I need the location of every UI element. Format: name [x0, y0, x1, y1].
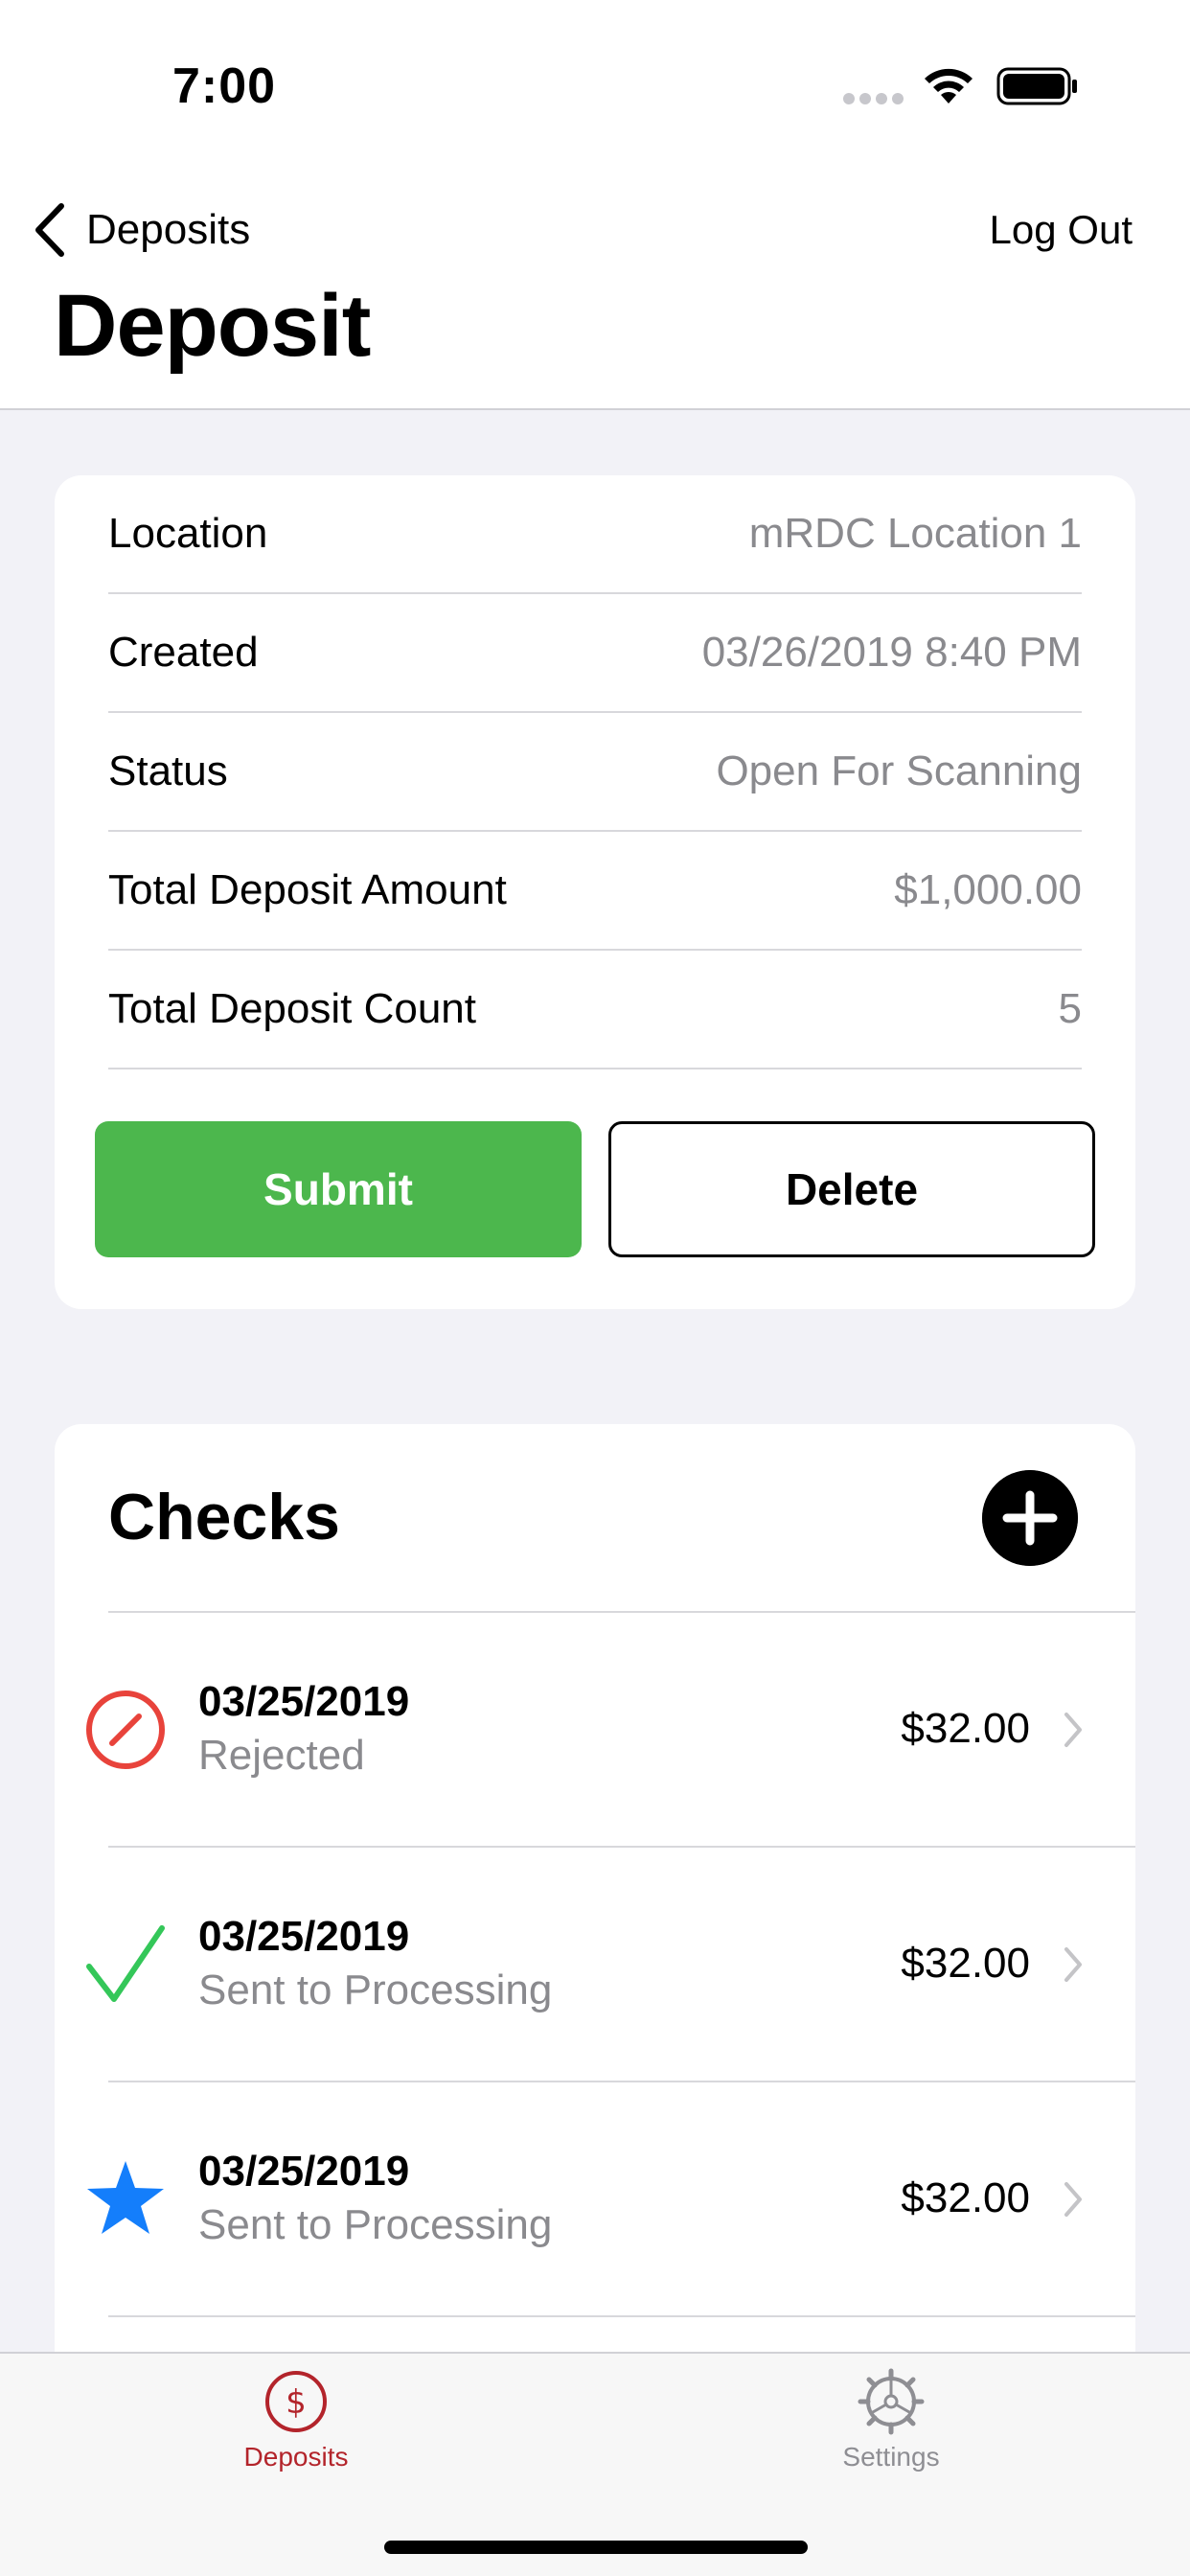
gear-icon — [858, 2368, 925, 2435]
checkmark-icon — [86, 1925, 165, 2002]
add-check-button[interactable] — [982, 1470, 1078, 1566]
check-date: 03/25/2019 — [198, 1678, 410, 1725]
detail-label: Status — [108, 748, 228, 794]
chevron-right-icon — [1064, 1713, 1082, 1747]
delete-button[interactable]: Delete — [608, 1121, 1095, 1257]
detail-label: Total Deposit Count — [108, 985, 476, 1032]
detail-value: 03/26/2019 8:40 PM — [701, 629, 1082, 676]
detail-label: Created — [108, 629, 259, 676]
check-date: 03/25/2019 — [198, 2148, 410, 2195]
navigation-bar: Deposits Log Out Deposit — [0, 163, 1190, 410]
check-amount: $32.00 — [901, 2174, 1030, 2221]
detail-value: 5 — [1058, 985, 1082, 1032]
dollar-circle-icon: $ — [265, 2371, 327, 2432]
check-status: Sent to Processing — [198, 1966, 553, 2013]
tab-settings[interactable]: Settings — [767, 2367, 1016, 2501]
check-amount: $32.00 — [901, 1705, 1030, 1752]
checks-section-title: Checks — [108, 1481, 340, 1553]
tab-label: Settings — [842, 2442, 940, 2472]
detail-label: Total Deposit Amount — [108, 866, 507, 913]
detail-label: Location — [108, 510, 268, 557]
page-title: Deposit — [54, 277, 371, 375]
logout-button[interactable]: Log Out — [990, 182, 1133, 278]
tab-label: Deposits — [243, 2442, 349, 2472]
deposit-details-card: Location mRDC Location 1 Created 03/26/2… — [55, 475, 1135, 1309]
chevron-left-icon — [35, 203, 64, 257]
detail-row-location: Location mRDC Location 1 — [108, 475, 1082, 594]
check-row[interactable]: 03/25/2019 Sent to Processing $32.00 — [55, 1848, 1135, 2082]
rejected-icon — [86, 1690, 165, 1769]
detail-value: Open For Scanning — [716, 748, 1082, 794]
check-date: 03/25/2019 — [198, 1913, 410, 1960]
check-row[interactable]: 03/25/2019 Sent to Processing $32.00 — [55, 2082, 1135, 2317]
battery-icon — [996, 67, 1077, 105]
status-bar: 7:00 — [0, 0, 1190, 163]
wifi-icon — [925, 68, 973, 104]
detail-row-total-amount: Total Deposit Amount $1,000.00 — [108, 832, 1082, 951]
submit-button[interactable]: Submit — [95, 1121, 582, 1257]
check-row[interactable]: 03/25/2019 Rejected $32.00 — [55, 1613, 1135, 1848]
detail-row-status: Status Open For Scanning — [108, 713, 1082, 832]
tab-deposits[interactable]: $ Deposits — [172, 2367, 421, 2501]
check-status: Sent to Processing — [198, 2201, 553, 2248]
home-indicator — [384, 2541, 808, 2554]
status-time: 7:00 — [172, 58, 277, 114]
back-button[interactable]: Deposits — [33, 182, 250, 278]
chevron-right-icon — [1064, 1947, 1082, 1982]
check-status: Rejected — [198, 1732, 365, 1779]
back-button-label: Deposits — [86, 206, 251, 253]
check-amount: $32.00 — [901, 1940, 1030, 1987]
cellular-signal-icon — [843, 93, 904, 104]
detail-value: $1,000.00 — [894, 866, 1082, 913]
star-icon — [87, 2161, 164, 2234]
svg-text:$: $ — [286, 2383, 307, 2422]
chevron-right-icon — [1064, 2182, 1082, 2217]
detail-row-total-count: Total Deposit Count 5 — [108, 951, 1082, 1070]
divider — [108, 2315, 1135, 2317]
detail-row-created: Created 03/26/2019 8:40 PM — [108, 594, 1082, 713]
detail-value: mRDC Location 1 — [748, 510, 1082, 557]
